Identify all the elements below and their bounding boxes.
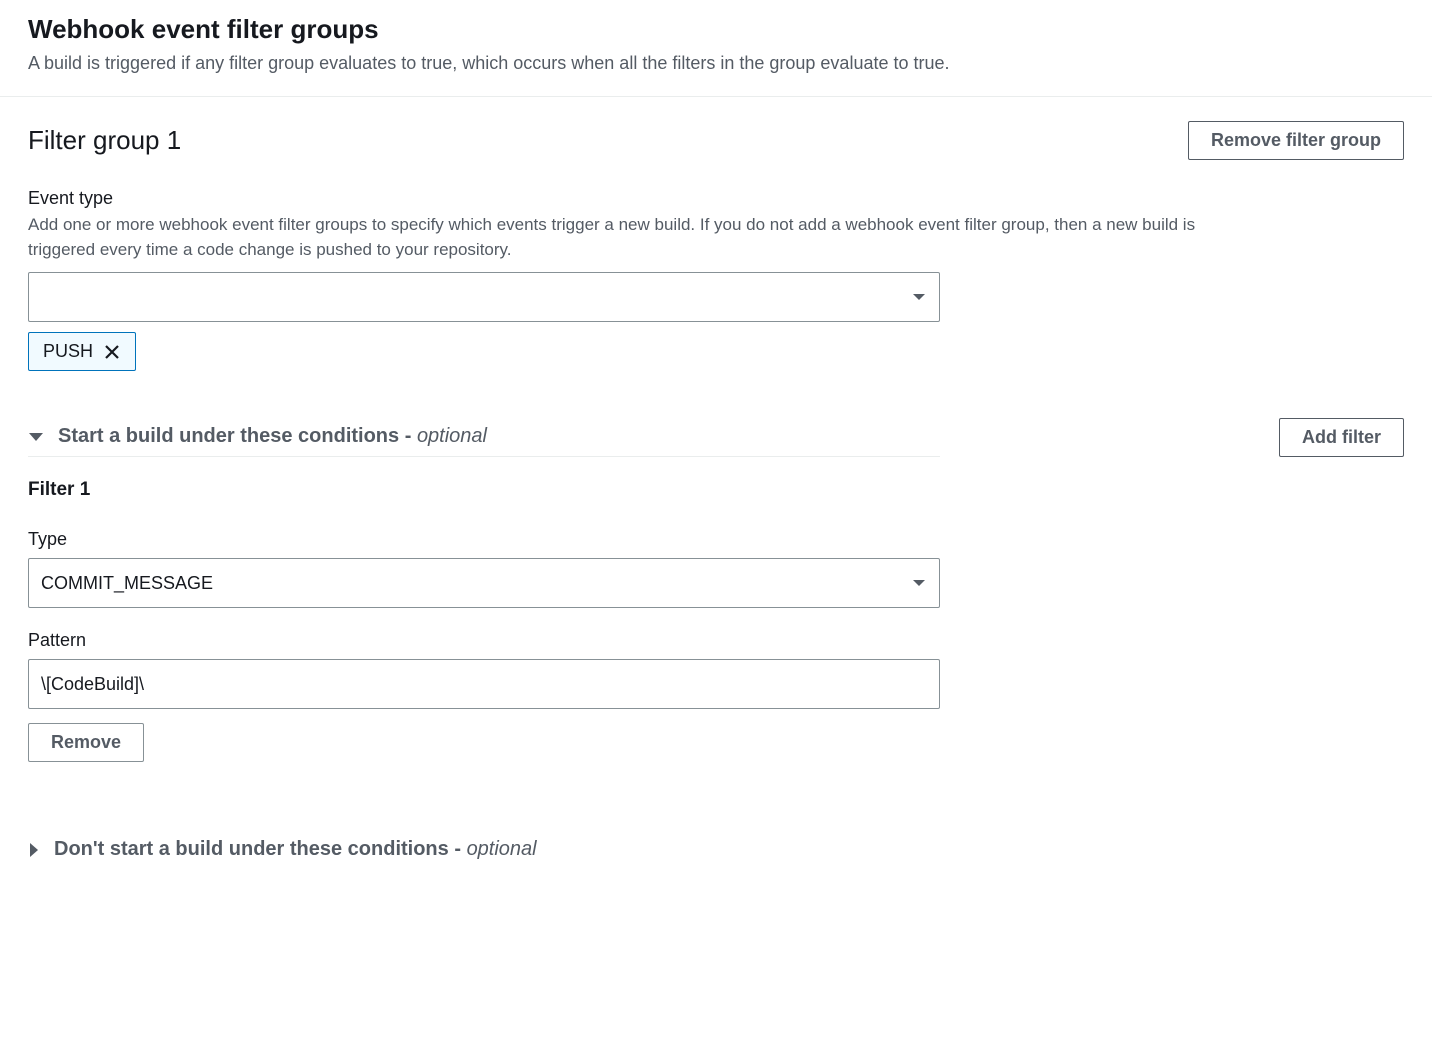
start-conditions-title: Start a build under these conditions - o… [58, 425, 487, 448]
remove-filter-button[interactable]: Remove [28, 723, 144, 762]
close-icon[interactable] [103, 343, 121, 361]
filter-pattern-input[interactable] [28, 659, 940, 709]
filter-type-label: Type [28, 529, 940, 550]
filter-pattern-label: Pattern [28, 630, 940, 651]
dont-start-conditions-header[interactable]: Don't start a build under these conditio… [28, 830, 940, 869]
event-type-label: Event type [28, 188, 1404, 209]
start-conditions-header[interactable]: Start a build under these conditions - o… [28, 417, 940, 457]
event-type-select-wrap [28, 272, 940, 322]
filter-group-1: Filter group 1 Remove filter group Event… [0, 97, 1432, 893]
filter-1-title: Filter 1 [28, 479, 940, 501]
filter-type-select-wrap: COMMIT_MESSAGE [28, 558, 940, 608]
filter-group-title: Filter group 1 [28, 125, 181, 156]
caret-down-icon [28, 431, 44, 443]
section-header: Webhook event filter groups A build is t… [0, 0, 1432, 97]
filter-1: Filter 1 Type COMMIT_MESSAGE Pattern Rem… [28, 479, 940, 762]
dont-start-conditions-row: Don't start a build under these conditio… [28, 830, 1404, 869]
event-type-select[interactable] [28, 272, 940, 322]
tag-label: PUSH [43, 341, 93, 362]
dont-start-conditions-title: Don't start a build under these conditio… [54, 838, 537, 861]
event-type-tags: PUSH [28, 332, 1404, 371]
caret-right-icon [28, 842, 40, 858]
start-conditions-row: Start a build under these conditions - o… [28, 417, 1404, 457]
add-filter-button[interactable]: Add filter [1279, 418, 1404, 457]
event-type-description: Add one or more webhook event filter gro… [28, 213, 1258, 262]
remove-filter-group-button[interactable]: Remove filter group [1188, 121, 1404, 160]
event-type-tag-push: PUSH [28, 332, 136, 371]
filter-group-header: Filter group 1 Remove filter group [28, 121, 1404, 160]
event-type-field: Event type Add one or more webhook event… [28, 188, 1404, 371]
page-description: A build is triggered if any filter group… [28, 51, 1404, 76]
page-title: Webhook event filter groups [28, 14, 1404, 45]
filter-type-select[interactable]: COMMIT_MESSAGE [28, 558, 940, 608]
